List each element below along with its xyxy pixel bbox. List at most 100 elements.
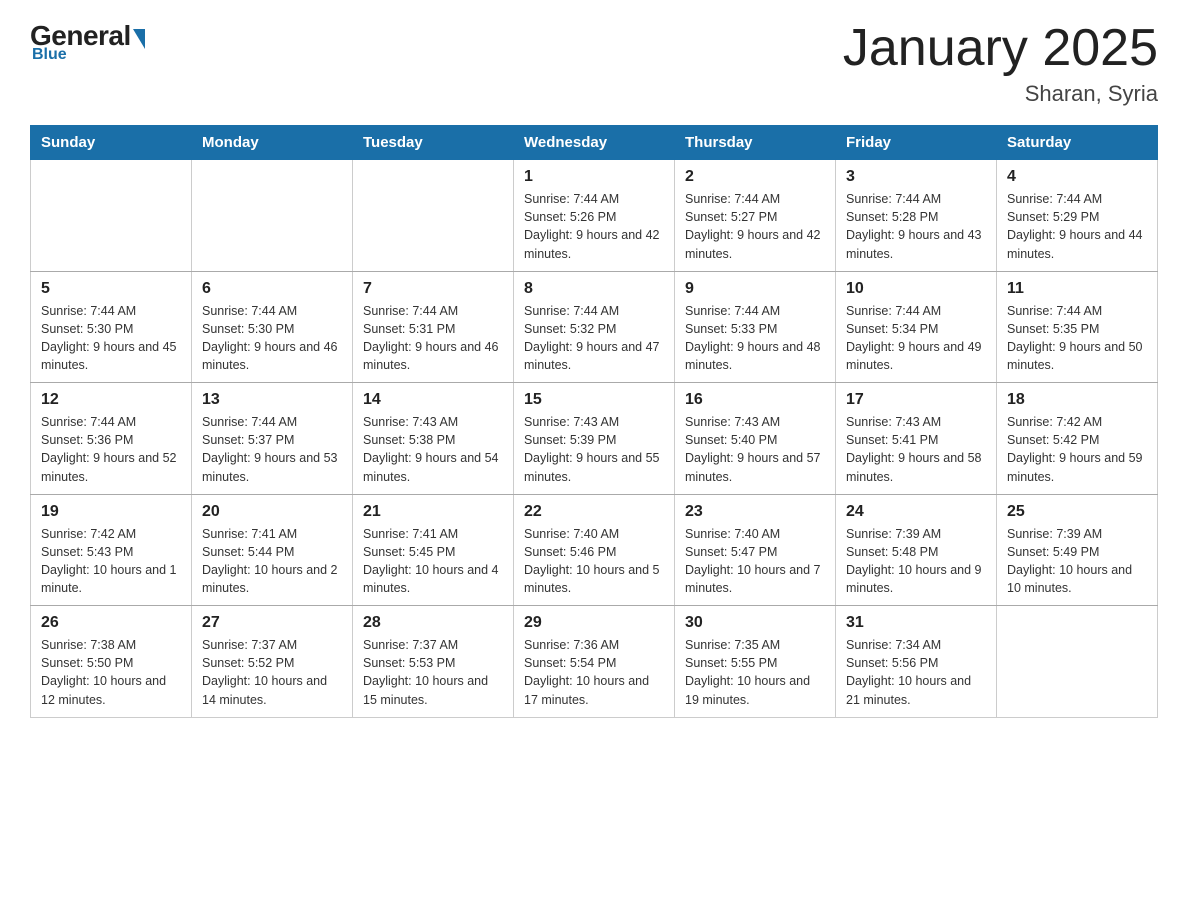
day-info: Sunrise: 7:39 AMSunset: 5:48 PMDaylight:… [846,525,986,598]
day-info: Sunrise: 7:42 AMSunset: 5:43 PMDaylight:… [41,525,181,598]
day-info: Sunrise: 7:43 AMSunset: 5:40 PMDaylight:… [685,413,825,486]
table-row: 25Sunrise: 7:39 AMSunset: 5:49 PMDayligh… [997,494,1158,606]
day-number: 9 [685,280,825,298]
day-number: 20 [202,503,342,521]
calendar-week-row: 5Sunrise: 7:44 AMSunset: 5:30 PMDaylight… [31,271,1158,383]
day-number: 31 [846,614,986,632]
day-number: 18 [1007,391,1147,409]
day-number: 22 [524,503,664,521]
day-number: 1 [524,168,664,186]
table-row: 7 Sunrise: 7:44 AMSunset: 5:31 PMDaylight… [353,271,514,383]
calendar-week-row: 12 Sunrise: 7:44 AMSunset: 5:36 PMDayligh… [31,383,1158,495]
day-info: Sunrise: 7:40 AMSunset: 5:46 PMDaylight:… [524,525,664,598]
day-number: 26 [41,614,181,632]
day-info: Sunrise: 7:37 AMSunset: 5:52 PMDaylight:… [202,636,342,709]
table-row: 9 Sunrise: 7:44 AMSunset: 5:33 PMDaylight… [675,271,836,383]
day-info: Sunrise: 7:44 AMSunset: 5:30 PMDaylight:… [202,302,342,375]
calendar-week-row: 26 Sunrise: 7:38 AMSunset: 5:50 PMDayligh… [31,606,1158,718]
table-row: 24 Sunrise: 7:39 AMSunset: 5:48 PMDayligh… [836,494,997,606]
day-info: Sunrise: 7:44 AMSunset: 5:27 PMDaylight:… [685,190,825,263]
table-row [997,606,1158,718]
header-wednesday: Wednesday [514,126,675,160]
day-number: 6 [202,280,342,298]
table-row: 20Sunrise: 7:41 AMSunset: 5:44 PMDayligh… [192,494,353,606]
day-info: Sunrise: 7:44 AMSunset: 5:29 PMDaylight:… [1007,190,1147,263]
table-row: 31 Sunrise: 7:34 AMSunset: 5:56 PMDayligh… [836,606,997,718]
day-info: Sunrise: 7:41 AMSunset: 5:45 PMDaylight:… [363,525,503,598]
day-number: 17 [846,391,986,409]
day-number: 11 [1007,280,1147,298]
day-number: 16 [685,391,825,409]
day-info: Sunrise: 7:44 AMSunset: 5:28 PMDaylight:… [846,190,986,263]
page-subtitle: Sharan, Syria [843,81,1158,107]
header-thursday: Thursday [675,126,836,160]
logo-arrow-icon [133,29,145,49]
day-info: Sunrise: 7:37 AMSunset: 5:53 PMDaylight:… [363,636,503,709]
table-row: 15Sunrise: 7:43 AMSunset: 5:39 PMDayligh… [514,383,675,495]
table-row: 2 Sunrise: 7:44 AMSunset: 5:27 PMDaylight… [675,160,836,272]
table-row: 17Sunrise: 7:43 AMSunset: 5:41 PMDayligh… [836,383,997,495]
day-info: Sunrise: 7:44 AMSunset: 5:36 PMDaylight:… [41,413,181,486]
logo-blue-text: Blue [32,46,67,64]
table-row [353,160,514,272]
table-row: 6 Sunrise: 7:44 AMSunset: 5:30 PMDaylight… [192,271,353,383]
table-row: 21 Sunrise: 7:41 AMSunset: 5:45 PMDayligh… [353,494,514,606]
day-number: 10 [846,280,986,298]
table-row [31,160,192,272]
table-row: 22 Sunrise: 7:40 AMSunset: 5:46 PMDayligh… [514,494,675,606]
day-number: 14 [363,391,503,409]
title-section: January 2025 Sharan, Syria [843,20,1158,107]
day-number: 3 [846,168,986,186]
day-info: Sunrise: 7:44 AMSunset: 5:35 PMDaylight:… [1007,302,1147,375]
day-number: 4 [1007,168,1147,186]
table-row: 29 Sunrise: 7:36 AMSunset: 5:54 PMDayligh… [514,606,675,718]
calendar-header-row: Sunday Monday Tuesday Wednesday Thursday… [31,126,1158,160]
day-number: 21 [363,503,503,521]
table-row: 3 Sunrise: 7:44 AMSunset: 5:28 PMDaylight… [836,160,997,272]
table-row: 26 Sunrise: 7:38 AMSunset: 5:50 PMDayligh… [31,606,192,718]
calendar-table: Sunday Monday Tuesday Wednesday Thursday… [30,125,1158,718]
day-number: 23 [685,503,825,521]
day-number: 2 [685,168,825,186]
day-info: Sunrise: 7:35 AMSunset: 5:55 PMDaylight:… [685,636,825,709]
day-info: Sunrise: 7:44 AMSunset: 5:34 PMDaylight:… [846,302,986,375]
table-row: 5Sunrise: 7:44 AMSunset: 5:30 PMDaylight… [31,271,192,383]
day-info: Sunrise: 7:42 AMSunset: 5:42 PMDaylight:… [1007,413,1147,486]
header-monday: Monday [192,126,353,160]
calendar-week-row: 1Sunrise: 7:44 AMSunset: 5:26 PMDaylight… [31,160,1158,272]
day-number: 13 [202,391,342,409]
table-row: 4 Sunrise: 7:44 AMSunset: 5:29 PMDaylight… [997,160,1158,272]
day-info: Sunrise: 7:44 AMSunset: 5:37 PMDaylight:… [202,413,342,486]
day-number: 29 [524,614,664,632]
day-info: Sunrise: 7:39 AMSunset: 5:49 PMDaylight:… [1007,525,1147,598]
day-number: 28 [363,614,503,632]
header-saturday: Saturday [997,126,1158,160]
day-number: 24 [846,503,986,521]
day-info: Sunrise: 7:44 AMSunset: 5:33 PMDaylight:… [685,302,825,375]
day-info: Sunrise: 7:43 AMSunset: 5:39 PMDaylight:… [524,413,664,486]
calendar-week-row: 19 Sunrise: 7:42 AMSunset: 5:43 PMDayligh… [31,494,1158,606]
day-number: 12 [41,391,181,409]
header-friday: Friday [836,126,997,160]
table-row: 18 Sunrise: 7:42 AMSunset: 5:42 PMDayligh… [997,383,1158,495]
day-info: Sunrise: 7:44 AMSunset: 5:32 PMDaylight:… [524,302,664,375]
table-row: 14 Sunrise: 7:43 AMSunset: 5:38 PMDayligh… [353,383,514,495]
day-number: 7 [363,280,503,298]
day-info: Sunrise: 7:43 AMSunset: 5:38 PMDaylight:… [363,413,503,486]
table-row: 8Sunrise: 7:44 AMSunset: 5:32 PMDaylight… [514,271,675,383]
table-row: 11 Sunrise: 7:44 AMSunset: 5:35 PMDayligh… [997,271,1158,383]
table-row: 12 Sunrise: 7:44 AMSunset: 5:36 PMDayligh… [31,383,192,495]
day-info: Sunrise: 7:36 AMSunset: 5:54 PMDaylight:… [524,636,664,709]
table-row [192,160,353,272]
day-info: Sunrise: 7:34 AMSunset: 5:56 PMDaylight:… [846,636,986,709]
header-sunday: Sunday [31,126,192,160]
day-number: 27 [202,614,342,632]
table-row: 10 Sunrise: 7:44 AMSunset: 5:34 PMDayligh… [836,271,997,383]
table-row: 28 Sunrise: 7:37 AMSunset: 5:53 PMDayligh… [353,606,514,718]
day-info: Sunrise: 7:44 AMSunset: 5:31 PMDaylight:… [363,302,503,375]
page-header: General Blue January 2025 Sharan, Syria [30,20,1158,107]
day-info: Sunrise: 7:38 AMSunset: 5:50 PMDaylight:… [41,636,181,709]
table-row: 30Sunrise: 7:35 AMSunset: 5:55 PMDayligh… [675,606,836,718]
day-number: 19 [41,503,181,521]
day-info: Sunrise: 7:44 AMSunset: 5:30 PMDaylight:… [41,302,181,375]
